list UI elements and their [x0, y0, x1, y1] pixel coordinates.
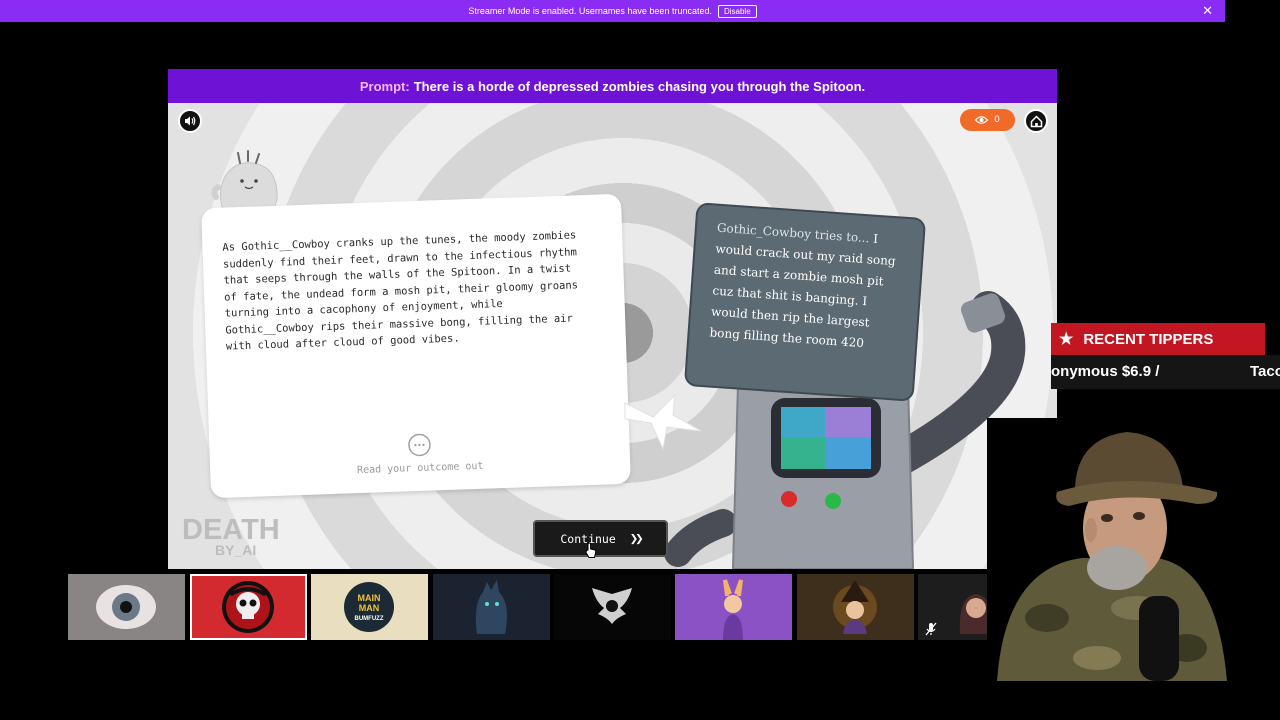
player-avatar-eye[interactable] — [68, 574, 185, 640]
sound-toggle-button[interactable] — [178, 109, 202, 133]
webcam-feed — [987, 418, 1234, 681]
prompt-text: There is a horde of depressed zombies ch… — [413, 78, 866, 94]
skull-avatar-image — [222, 581, 274, 633]
streamer-mode-banner: Streamer Mode is enabled. Usernames have… — [0, 0, 1225, 22]
mouse-cursor-icon — [585, 542, 597, 558]
prompt-bar: Prompt: There is a horde of depressed zo… — [168, 69, 1057, 103]
tipper-ticker: onymous $6.9 / Taco — [1051, 355, 1280, 389]
disable-streamer-mode-button[interactable]: Disable — [717, 4, 757, 18]
recent-tippers-title: RECENT TIPPERS — [1083, 330, 1214, 348]
player-avatar-creature[interactable] — [433, 574, 550, 640]
banner-message: Streamer Mode is enabled. Usernames have… — [468, 6, 712, 16]
player-avatar-witch[interactable] — [797, 574, 914, 640]
bumfuzz-line-2: MAN — [359, 603, 380, 613]
creature-avatar-image — [475, 580, 507, 634]
read-outcome-button[interactable]: Read your outcome out — [209, 426, 630, 482]
death-by-ai-logo: DEATH BY_AI — [182, 514, 280, 557]
tipper-entry: onymous $6.9 / — [1051, 363, 1160, 380]
player-avatar-wings[interactable] — [554, 574, 671, 640]
game-window: Prompt: There is a horde of depressed zo… — [168, 69, 1057, 569]
bumfuzz-line-1: MAIN — [358, 593, 381, 603]
recent-tippers-widget: ★ RECENT TIPPERS onymous $6.9 / Taco — [1051, 323, 1280, 389]
viewer-count-badge: 0 — [960, 109, 1015, 131]
chat-bubble-icon — [408, 433, 431, 457]
eye-icon — [975, 116, 989, 124]
tipper-entry: Taco — [1250, 363, 1280, 380]
game-stage: 0 As Gothic__Cowboy cranks up the tunes,… — [168, 103, 1057, 569]
close-icon[interactable]: ✕ — [1202, 3, 1213, 19]
witch-avatar-image — [833, 580, 877, 634]
action-player: Gothic_Cowboy tries to... — [716, 220, 870, 246]
speaker-icon — [185, 116, 196, 126]
screen: Streamer Mode is enabled. Usernames have… — [0, 0, 1280, 720]
viewer-count: 0 — [994, 115, 1000, 125]
home-icon — [1030, 114, 1042, 127]
continue-button[interactable]: Continue ❯❯ — [533, 520, 668, 557]
bunny-avatar-image — [723, 579, 743, 640]
read-outcome-label: Read your outcome out — [356, 460, 484, 477]
action-text: I would crack out my raid song and start… — [709, 231, 897, 351]
outcome-card: As Gothic__Cowboy cranks up the tunes, t… — [201, 193, 631, 499]
double-chevron-right-icon: ❯❯ — [629, 530, 644, 547]
bumfuzz-avatar-image: MAIN MAN BUMFUZZ — [344, 582, 394, 632]
star-icon: ★ — [1059, 331, 1074, 348]
prompt-label: Prompt: — [359, 78, 410, 94]
logo-line-2: BY_AI — [215, 542, 256, 557]
recent-tippers-header: ★ RECENT TIPPERS — [1051, 323, 1265, 355]
player-avatar-bunny[interactable] — [675, 574, 792, 640]
bumfuzz-line-3: BUMFUZZ — [355, 616, 384, 622]
home-button[interactable] — [1024, 109, 1048, 133]
outcome-text: As Gothic__Cowboy cranks up the tunes, t… — [222, 229, 579, 353]
mic-muted-icon — [925, 622, 937, 636]
player-avatar-red-skull[interactable] — [190, 574, 307, 640]
player-avatar-bumfuzz[interactable]: MAIN MAN BUMFUZZ — [311, 574, 428, 640]
player-action-card: Gothic_Cowboy tries to... I would crack … — [683, 202, 927, 402]
wings-avatar-image — [592, 588, 632, 624]
eye-avatar-image — [68, 574, 185, 640]
